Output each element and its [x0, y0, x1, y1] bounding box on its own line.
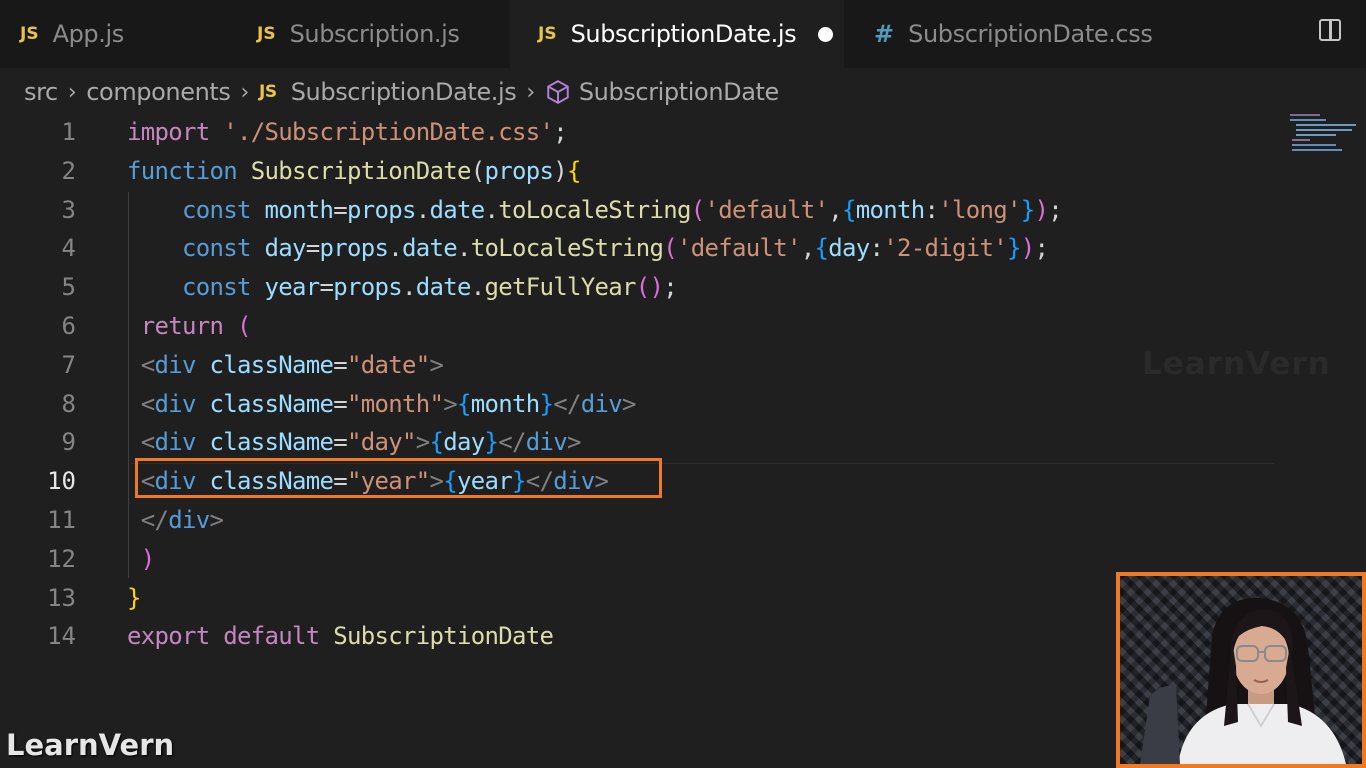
code-line[interactable]: 13}: [0, 579, 1290, 618]
line-number: 3: [61, 195, 76, 224]
chevron-right-icon: ›: [67, 79, 77, 105]
unsaved-changes-dot-icon[interactable]: [818, 26, 834, 42]
code-line[interactable]: 3 const month=props.date.toLocaleString(…: [0, 191, 1290, 230]
code-text[interactable]: import './SubscriptionDate.css';: [127, 113, 568, 152]
presenter-webcam-overlay: [1116, 572, 1366, 768]
code-line[interactable]: 6 return (: [0, 307, 1290, 346]
line-number: 8: [61, 389, 76, 418]
code-text[interactable]: const day=props.date.toLocaleString('def…: [127, 229, 1049, 268]
code-line[interactable]: 1 import './SubscriptionDate.css';: [0, 113, 1290, 152]
chevron-right-icon: ›: [526, 79, 535, 105]
line-number: 2: [61, 156, 76, 185]
tab-subscription-js[interactable]: JS Subscription.js: [230, 0, 510, 68]
code-text[interactable]: const year=props.date.getFullYear();: [127, 268, 678, 307]
breadcrumb: src › components › JS SubscriptionDate.j…: [24, 74, 779, 110]
line-number: 1: [61, 118, 76, 146]
javascript-file-icon: JS: [20, 24, 39, 44]
code-text[interactable]: function SubscriptionDate(props){: [127, 152, 581, 191]
javascript-file-icon: JS: [257, 24, 276, 44]
line-number: 14: [47, 622, 76, 651]
code-line[interactable]: 4 const day=props.date.toLocaleString('d…: [0, 229, 1290, 268]
annotation-highlight-box: [135, 458, 662, 498]
javascript-file-icon: JS: [538, 24, 557, 44]
code-line[interactable]: 9 <div className="day">{day}</div>: [0, 423, 1290, 462]
line-number: 10: [47, 467, 76, 496]
css-file-icon: #: [874, 20, 895, 48]
editor-tab-bar: JS App.js JS Subscription.js JS Subscrip…: [0, 0, 1366, 68]
line-number: 11: [47, 506, 76, 534]
code-line[interactable]: 11 </div>: [0, 501, 1290, 540]
line-number: 5: [61, 273, 76, 302]
tab-label: SubscriptionDate.css: [908, 20, 1153, 48]
tab-label: Subscription.js: [289, 20, 460, 48]
tab-subscriptiondate-js[interactable]: JS SubscriptionDate.js: [510, 0, 844, 68]
code-line[interactable]: 5 const year=props.date.getFullYear();: [0, 268, 1290, 307]
line-number: 6: [61, 312, 76, 340]
code-line[interactable]: 12 ): [0, 540, 1290, 579]
line-number: 9: [61, 428, 76, 457]
minimap[interactable]: [1288, 112, 1364, 154]
learnvern-logo: LearnVern: [6, 728, 175, 762]
code-text[interactable]: }: [127, 579, 141, 618]
breadcrumb-item-components[interactable]: components: [86, 78, 231, 106]
line-number: 13: [47, 583, 76, 612]
code-line[interactable]: 14 export default SubscriptionDate: [0, 617, 1290, 656]
code-text[interactable]: <div className="day">{day}</div>: [127, 423, 582, 462]
code-text[interactable]: <div className="date">: [127, 346, 444, 385]
symbol-method-cube-icon: [545, 79, 571, 105]
tab-label: App.js: [52, 20, 125, 48]
breadcrumb-item-symbol[interactable]: SubscriptionDate: [579, 78, 779, 106]
tab-label: SubscriptionDate.js: [570, 20, 797, 48]
code-text[interactable]: export default SubscriptionDate: [127, 617, 554, 656]
code-text[interactable]: </div>: [127, 501, 224, 540]
code-line[interactable]: 7 <div className="date">: [0, 346, 1290, 385]
tab-subscriptiondate-css[interactable]: # SubscriptionDate.css: [844, 0, 1194, 68]
chevron-right-icon: ›: [240, 79, 250, 105]
faint-watermark: LearnVern: [1142, 346, 1331, 382]
presenter-image: [1140, 597, 1346, 764]
code-text[interactable]: return (: [127, 307, 252, 346]
code-line[interactable]: 2 function SubscriptionDate(props){: [0, 152, 1290, 191]
code-text[interactable]: const month=props.date.toLocaleString('d…: [127, 191, 1063, 230]
line-number: 4: [61, 234, 76, 263]
tab-app-js[interactable]: JS App.js: [0, 0, 230, 68]
code-text[interactable]: <div className="month">{month}</div>: [127, 385, 637, 424]
code-line[interactable]: 8 <div className="month">{month}</div>: [0, 385, 1290, 424]
breadcrumb-item-src[interactable]: src: [24, 78, 58, 106]
javascript-file-icon: JS: [258, 82, 277, 102]
line-number: 12: [47, 544, 76, 573]
line-number: 7: [61, 350, 76, 379]
split-editor-icon[interactable]: [1319, 19, 1341, 41]
code-text[interactable]: ): [127, 540, 155, 579]
breadcrumb-item-file[interactable]: SubscriptionDate.js: [291, 78, 517, 106]
